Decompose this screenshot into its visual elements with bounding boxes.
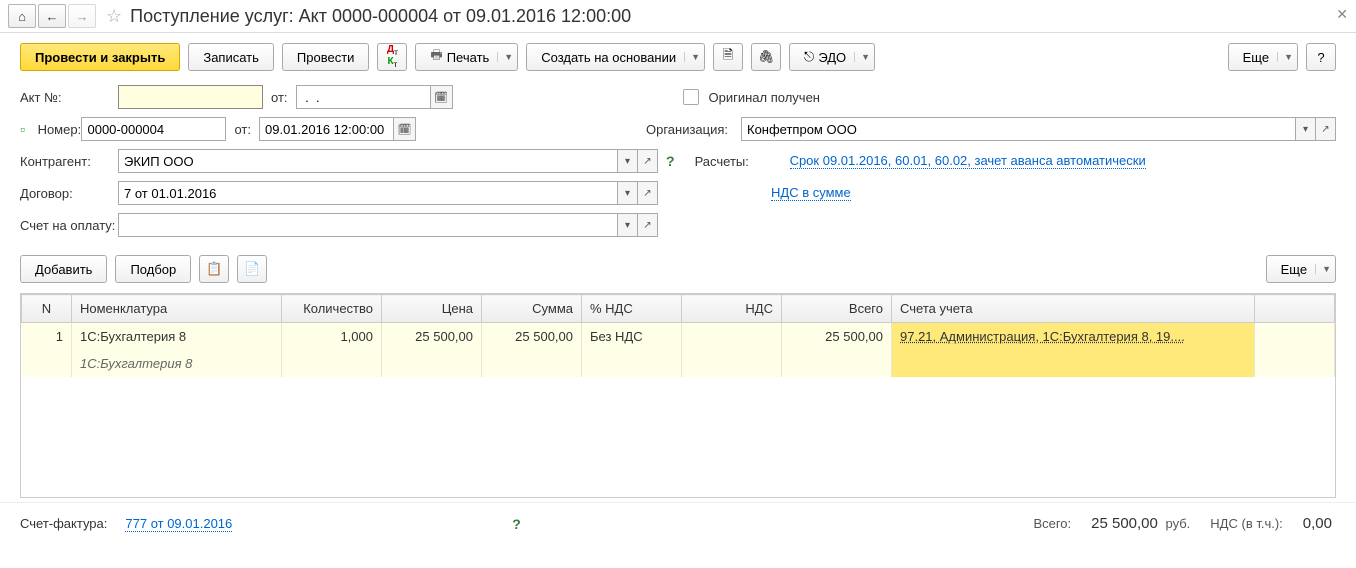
paste-button[interactable]: 📄 xyxy=(237,255,267,283)
act-label: Акт №: xyxy=(20,90,118,105)
invoice-dropdown-icon[interactable]: ▾ xyxy=(618,213,638,237)
number-input[interactable] xyxy=(81,117,226,141)
counterparty-label: Контрагент: xyxy=(20,154,118,169)
number-date-input[interactable] xyxy=(259,117,394,141)
contract-dropdown-icon[interactable]: ▾ xyxy=(618,181,638,205)
edo-button[interactable]: ⎋ ЭДО▼ xyxy=(789,43,875,71)
invoice-factura-label: Счет-фактура: xyxy=(20,516,107,531)
form-area: Акт №: от: 🗓 Оригинал получен ▫ Номер: о… xyxy=(0,81,1356,249)
currency: руб. xyxy=(1166,516,1191,531)
nds-value: 0,00 xyxy=(1303,515,1332,532)
back-button[interactable]: ← xyxy=(38,4,66,28)
cell-n[interactable]: 1 xyxy=(22,323,72,351)
nds-label: НДС (в т.ч.): xyxy=(1210,516,1283,531)
add-row-button[interactable]: Добавить xyxy=(20,255,107,283)
cell-total[interactable]: 25 500,00 xyxy=(782,323,892,351)
col-sum[interactable]: Сумма xyxy=(482,295,582,323)
col-empty xyxy=(1255,295,1335,323)
cell-accounts[interactable]: 97.21, Администрация, 1С:Бухгалтерия 8, … xyxy=(892,323,1255,351)
col-accounts[interactable]: Счета учета xyxy=(892,295,1255,323)
table-row[interactable]: 1 1С:Бухгалтерия 8 1,000 25 500,00 25 50… xyxy=(22,323,1335,351)
act-number-input[interactable] xyxy=(118,85,263,109)
col-n[interactable]: N xyxy=(22,295,72,323)
calendar-icon-2[interactable]: 🗓 xyxy=(394,117,416,141)
copy-button[interactable]: 📋 xyxy=(199,255,229,283)
post-and-close-button[interactable]: Провести и закрыть xyxy=(20,43,180,71)
counterparty-dropdown-icon[interactable]: ▾ xyxy=(618,149,638,173)
window-title: Поступление услуг: Акт 0000-000004 от 09… xyxy=(130,6,631,27)
post-button[interactable]: Провести xyxy=(282,43,370,71)
calendar-icon[interactable]: 🗓 xyxy=(431,85,453,109)
act-date-input[interactable] xyxy=(296,85,431,109)
original-received-checkbox[interactable] xyxy=(683,89,699,105)
dt-kt-button[interactable]: ДтКт xyxy=(377,43,407,71)
col-price[interactable]: Цена xyxy=(382,295,482,323)
save-button[interactable]: Записать xyxy=(188,43,274,71)
help-icon[interactable]: ? xyxy=(666,153,675,169)
invoice-factura-link[interactable]: 777 от 09.01.2016 xyxy=(125,516,232,532)
report-button[interactable]: 🗎 xyxy=(713,43,743,71)
contract-input[interactable] xyxy=(118,181,618,205)
nds-link[interactable]: НДС в сумме xyxy=(771,185,851,201)
print-button[interactable]: 🖶 Печать▼ xyxy=(415,43,518,71)
number-label: Номер: xyxy=(38,122,82,137)
contract-open-icon[interactable]: ↗ xyxy=(638,181,658,205)
cell-item[interactable]: 1С:Бухгалтерия 8 xyxy=(72,323,282,351)
print-icon: 🖶 xyxy=(430,46,442,68)
invoice-open-icon[interactable]: ↗ xyxy=(638,213,658,237)
forward-button[interactable]: → xyxy=(68,4,96,28)
col-vat-pct[interactable]: % НДС xyxy=(582,295,682,323)
counterparty-input[interactable] xyxy=(118,149,618,173)
cell-qty[interactable]: 1,000 xyxy=(282,323,382,351)
from-label-1: от: xyxy=(271,90,288,105)
invoice-label: Счет на оплату: xyxy=(20,218,118,233)
calc-link[interactable]: Срок 09.01.2016, 60.01, 60.02, зачет ава… xyxy=(790,153,1146,169)
cell-sum[interactable]: 25 500,00 xyxy=(482,323,582,351)
org-dropdown-icon[interactable]: ▾ xyxy=(1296,117,1316,141)
attach-button[interactable]: 🖇 xyxy=(751,43,781,71)
cell-price[interactable]: 25 500,00 xyxy=(382,323,482,351)
table-toolbar: Добавить Подбор 📋 📄 Еще▼ xyxy=(0,249,1356,289)
total-label: Всего: xyxy=(1033,516,1071,531)
more-button[interactable]: Еще▼ xyxy=(1228,43,1298,71)
create-based-button[interactable]: Создать на основании▼ xyxy=(526,43,705,71)
cell-vat[interactable] xyxy=(682,323,782,351)
invoice-input[interactable] xyxy=(118,213,618,237)
cell-item-sub: 1С:Бухгалтерия 8 xyxy=(72,350,282,377)
counterparty-open-icon[interactable]: ↗ xyxy=(638,149,658,173)
org-open-icon[interactable]: ↗ xyxy=(1316,117,1336,141)
col-total[interactable]: Всего xyxy=(782,295,892,323)
original-received-label: Оригинал получен xyxy=(709,90,820,105)
header-bar: ⌂ ← → ☆ Поступление услуг: Акт 0000-0000… xyxy=(0,0,1356,33)
from-label-2: от: xyxy=(234,122,251,137)
table-header-row: N Номенклатура Количество Цена Сумма % Н… xyxy=(22,295,1335,323)
close-icon[interactable]: ✕ xyxy=(1336,6,1348,23)
items-table: N Номенклатура Количество Цена Сумма % Н… xyxy=(20,293,1336,498)
cell-vat-pct[interactable]: Без НДС xyxy=(582,323,682,351)
main-toolbar: Провести и закрыть Записать Провести ДтК… xyxy=(0,33,1356,81)
col-qty[interactable]: Количество xyxy=(282,295,382,323)
contract-label: Договор: xyxy=(20,186,118,201)
col-vat[interactable]: НДС xyxy=(682,295,782,323)
home-button[interactable]: ⌂ xyxy=(8,4,36,28)
footer: Счет-фактура: 777 от 09.01.2016 ? Всего:… xyxy=(0,502,1356,544)
check-icon: ▫ xyxy=(20,121,25,137)
favorite-icon[interactable]: ☆ xyxy=(106,6,122,27)
calc-label: Расчеты: xyxy=(695,154,790,169)
table-sub-row: 1С:Бухгалтерия 8 xyxy=(22,350,1335,377)
total-value: 25 500,00 xyxy=(1091,515,1158,532)
help-button[interactable]: ? xyxy=(1306,43,1336,71)
organization-input[interactable] xyxy=(741,117,1296,141)
select-items-button[interactable]: Подбор xyxy=(115,255,191,283)
col-item[interactable]: Номенклатура xyxy=(72,295,282,323)
cell-empty xyxy=(1255,323,1335,351)
table-more-button[interactable]: Еще▼ xyxy=(1266,255,1336,283)
footer-help-icon[interactable]: ? xyxy=(512,516,521,532)
org-label: Организация: xyxy=(646,122,741,137)
